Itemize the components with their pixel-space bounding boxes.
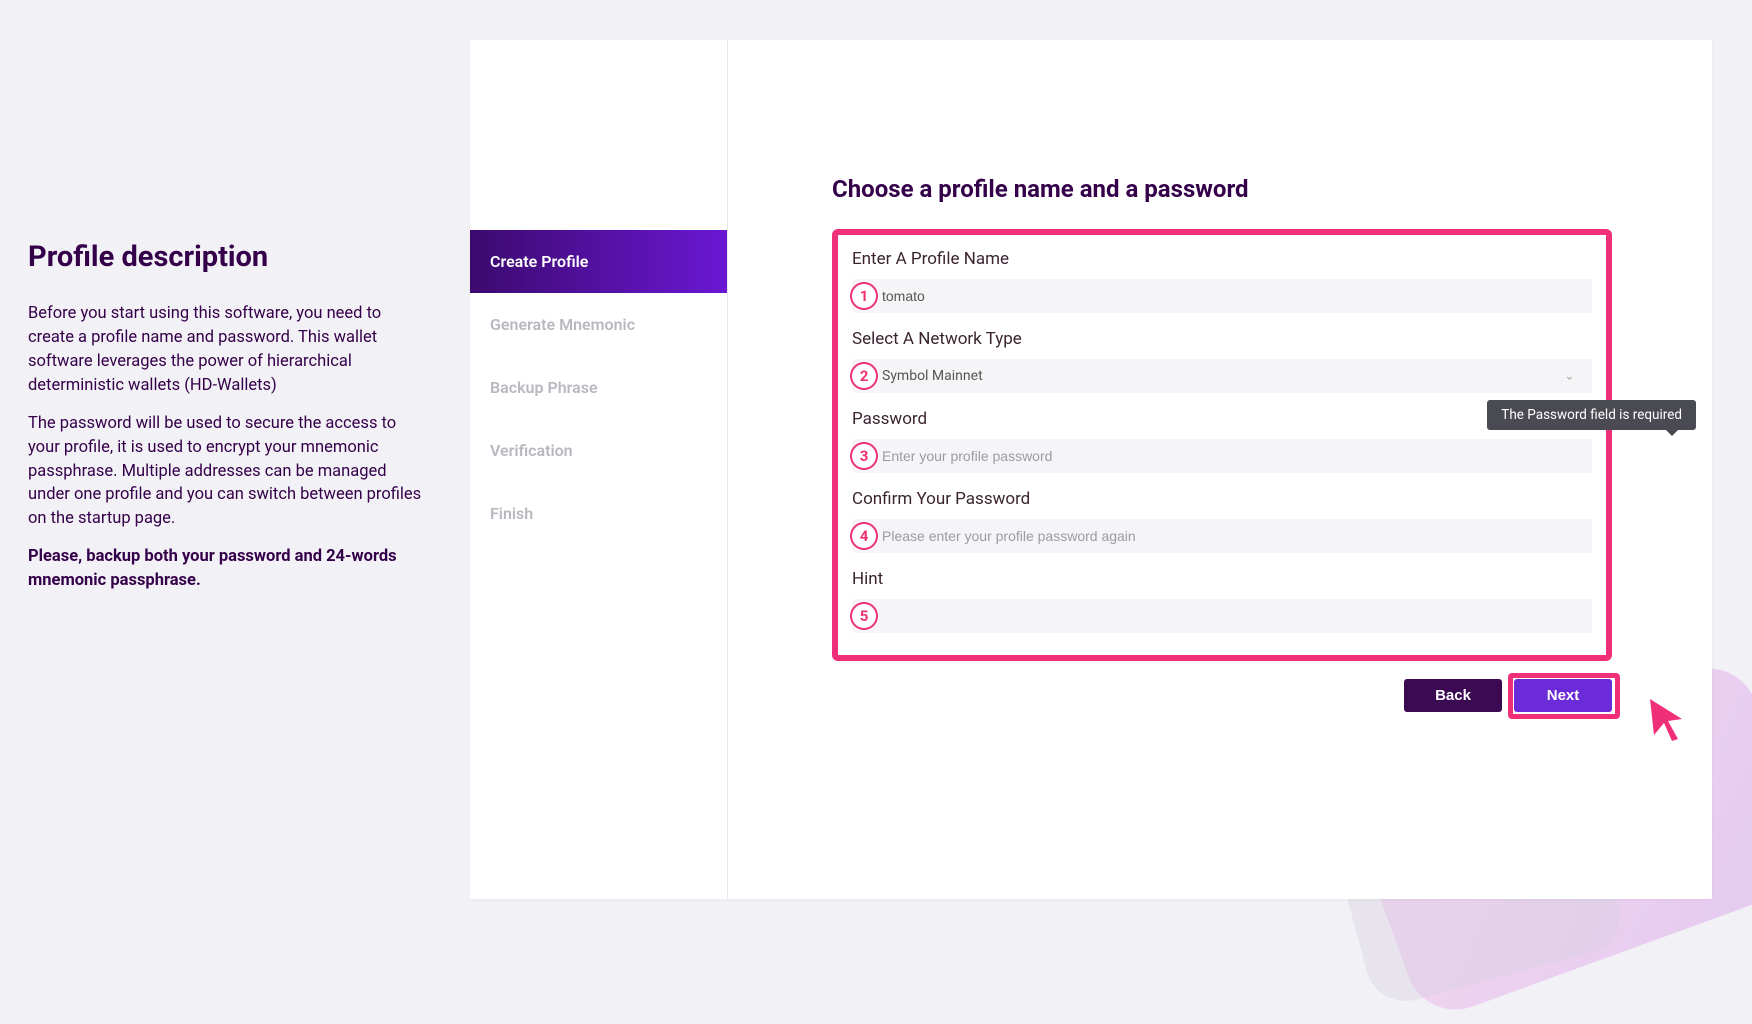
hint-input[interactable] [852, 599, 1592, 633]
password-input[interactable] [852, 439, 1592, 473]
sidebar-item-generate-mnemonic[interactable]: Generate Mnemonic [470, 293, 727, 356]
description-panel: Profile description Before you start usi… [0, 0, 470, 899]
confirm-password-input[interactable] [852, 519, 1592, 553]
description-para-1: Before you start using this software, yo… [28, 302, 430, 398]
sidebar-item-label: Verification [490, 441, 573, 460]
description-para-2: The password will be used to secure the … [28, 412, 430, 532]
confirm-password-label: Confirm Your Password [852, 489, 1592, 509]
sidebar-item-create-profile[interactable]: Create Profile [470, 230, 727, 293]
description-para-3: Please, backup both your password and 24… [28, 545, 430, 593]
form-area: Choose a profile name and a password The… [728, 40, 1712, 899]
network-type-select[interactable]: Symbol Mainnet [852, 359, 1592, 393]
network-type-label: Select A Network Type [852, 329, 1592, 349]
back-button[interactable]: Back [1404, 679, 1502, 712]
annotation-badge-2: 2 [850, 362, 878, 390]
sidebar-item-backup-phrase[interactable]: Backup Phrase [470, 356, 727, 419]
sidebar-item-label: Backup Phrase [490, 378, 598, 397]
password-label: Password [852, 409, 1592, 429]
annotation-badge-5: 5 [850, 602, 878, 630]
main-card: Create Profile Generate Mnemonic Backup … [470, 40, 1712, 899]
sidebar-item-label: Finish [490, 504, 533, 523]
page-title: Profile description [28, 240, 430, 274]
profile-name-input[interactable] [852, 279, 1592, 313]
annotation-badge-3: 3 [850, 442, 878, 470]
wizard-sidebar: Create Profile Generate Mnemonic Backup … [470, 40, 728, 899]
annotation-badge-1: 1 [850, 282, 878, 310]
sidebar-item-verification[interactable]: Verification [470, 419, 727, 482]
button-row: Back Next [832, 679, 1612, 712]
profile-name-label: Enter A Profile Name [852, 249, 1592, 269]
form-title: Choose a profile name and a password [832, 175, 1612, 203]
next-button[interactable]: Next [1514, 679, 1612, 712]
password-required-tooltip: The Password field is required [1487, 400, 1696, 430]
hint-label: Hint [852, 569, 1592, 589]
sidebar-item-label: Generate Mnemonic [490, 315, 635, 334]
sidebar-item-finish[interactable]: Finish [470, 482, 727, 545]
form-highlight-annotation: Enter A Profile Name 1 Select A Network … [832, 229, 1612, 661]
annotation-badge-4: 4 [850, 522, 878, 550]
network-type-value: Symbol Mainnet [882, 368, 983, 384]
sidebar-item-label: Create Profile [490, 252, 588, 271]
